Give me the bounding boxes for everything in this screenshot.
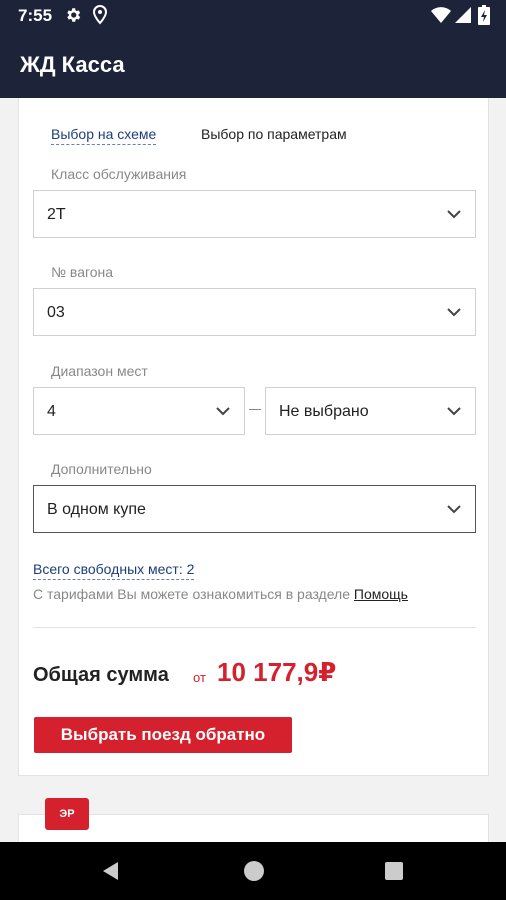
select-return-train-button[interactable]: Выбрать поезд обратно bbox=[34, 717, 292, 753]
tariffs-note: С тарифами Вы можете ознакомиться в разд… bbox=[33, 586, 408, 602]
tariffs-text: С тарифами Вы можете ознакомиться в разд… bbox=[33, 586, 354, 602]
additional-label: Дополнительно bbox=[51, 461, 152, 477]
recents-icon[interactable] bbox=[384, 861, 404, 881]
service-class-label: Класс обслуживания bbox=[51, 166, 187, 182]
location-icon bbox=[92, 5, 108, 25]
gear-icon bbox=[67, 8, 81, 22]
car-number-label: № вагона bbox=[51, 264, 114, 280]
chevron-down-icon bbox=[447, 407, 461, 416]
total-price: 10 177,9₽ bbox=[217, 657, 337, 687]
seat-range-from-value: 4 bbox=[47, 403, 56, 420]
seat-range-to-value: Не выбрано bbox=[279, 403, 369, 420]
seat-range-from-select[interactable]: 4 bbox=[33, 387, 245, 435]
service-class-select[interactable]: 2Т bbox=[33, 190, 476, 238]
content-area[interactable]: Выбор на схеме Выбор по параметрам Класс… bbox=[0, 98, 506, 842]
divider bbox=[33, 627, 476, 628]
range-dash bbox=[249, 409, 261, 410]
app-bar: ЖД Касса bbox=[0, 32, 506, 98]
additional-select[interactable]: В одном купе bbox=[33, 485, 476, 533]
system-nav-bar bbox=[0, 842, 506, 900]
service-class-value: 2Т bbox=[47, 206, 66, 223]
chevron-down-icon bbox=[447, 210, 461, 219]
chevron-down-icon bbox=[447, 505, 461, 514]
help-link[interactable]: Помощь bbox=[354, 586, 408, 602]
signal-icon bbox=[455, 7, 471, 23]
total-prefix: от bbox=[193, 670, 206, 685]
wifi-icon bbox=[431, 7, 451, 23]
tab-parameters[interactable]: Выбор по параметрам bbox=[201, 126, 347, 142]
seat-range-label: Диапазон мест bbox=[51, 363, 148, 379]
home-icon[interactable] bbox=[243, 860, 265, 882]
back-icon[interactable] bbox=[100, 860, 122, 882]
additional-value: В одном купе bbox=[47, 501, 146, 518]
seat-selection-card: Выбор на схеме Выбор по параметрам Класс… bbox=[18, 98, 489, 776]
chevron-down-icon bbox=[447, 308, 461, 317]
train-type-badge: ЭР bbox=[45, 798, 89, 830]
total-label: Общая сумма bbox=[33, 664, 169, 686]
free-seats-link[interactable]: Всего свободных мест: 2 bbox=[33, 561, 195, 580]
car-number-select[interactable]: 03 bbox=[33, 288, 476, 336]
seat-range-to-select[interactable]: Не выбрано bbox=[265, 387, 476, 435]
status-time: 7:55 bbox=[18, 6, 53, 25]
tab-scheme[interactable]: Выбор на схеме bbox=[51, 126, 157, 145]
chevron-down-icon bbox=[216, 407, 230, 416]
app-title: ЖД Касса bbox=[20, 52, 125, 77]
battery-icon bbox=[478, 5, 490, 25]
car-number-value: 03 bbox=[47, 304, 65, 321]
status-bar: 7:55 bbox=[0, 0, 506, 32]
